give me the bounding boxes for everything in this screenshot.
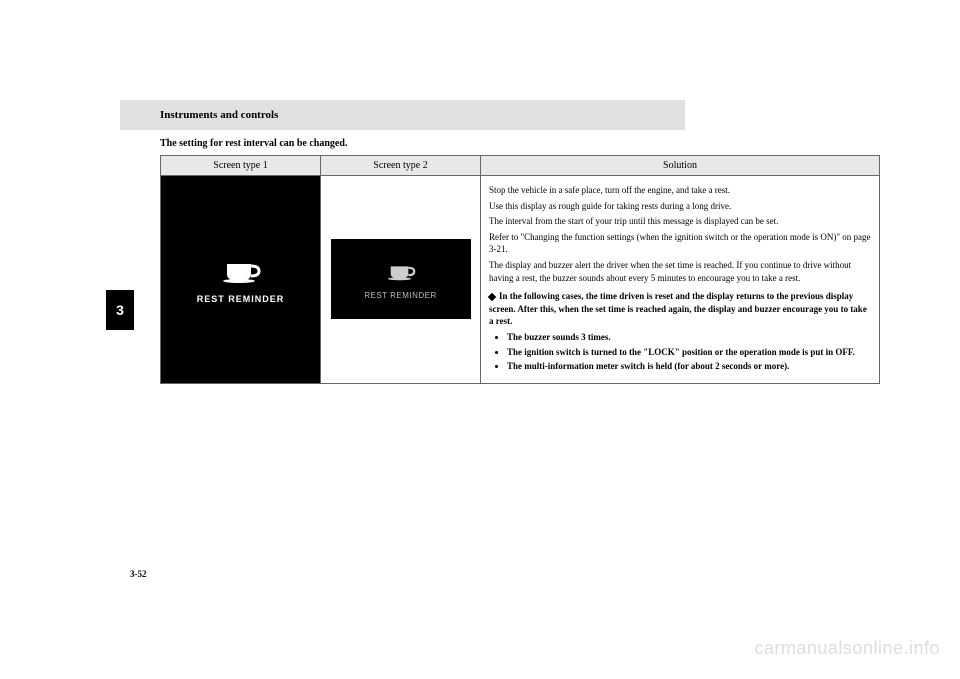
col-header-solution: Solution [481,156,880,176]
solution-line: Stop the vehicle in a safe place, turn o… [489,184,871,197]
note-bullet: The buzzer sounds 3 times. [507,331,871,344]
solution-cell: Stop the vehicle in a safe place, turn o… [481,176,880,384]
info-table: Screen type 1 Screen type 2 Solution [160,155,880,384]
solution-line: The interval from the start of your trip… [489,215,871,228]
header-band: Instruments and controls [120,100,685,130]
col-header-screen1: Screen type 1 [161,156,321,176]
rest-reminder-label-2: REST REMINDER [364,291,437,300]
chapter-tab: 3 [106,290,134,330]
cup-icon [221,254,261,286]
solution-line: Refer to "Changing the function settings… [489,231,871,256]
cup-icon [386,259,416,283]
col-header-screen2: Screen type 2 [321,156,481,176]
sub-header: The setting for rest interval can be cha… [120,138,840,149]
note-bullet: The ignition switch is turned to the "LO… [507,346,871,359]
note-lead: In the following cases, the time driven … [489,291,867,326]
watermark: carmanualsonline.info [754,638,940,659]
screen-type-2-cell: REST REMINDER [321,176,481,384]
screen-type-1-cell: REST REMINDER [161,176,321,384]
page-number: 3-52 [130,569,147,579]
solution-line: Use this display as rough guide for taki… [489,200,871,213]
section-title: Instruments and controls [160,109,278,121]
note-block: In the following cases, the time driven … [489,290,871,373]
diamond-bullet-icon [488,293,496,301]
note-bullet: The multi-information meter switch is he… [507,360,871,373]
rest-reminder-label-1: REST REMINDER [197,294,285,304]
solution-line: The display and buzzer alert the driver … [489,259,871,284]
table-row: REST REMINDER RES [161,176,880,384]
